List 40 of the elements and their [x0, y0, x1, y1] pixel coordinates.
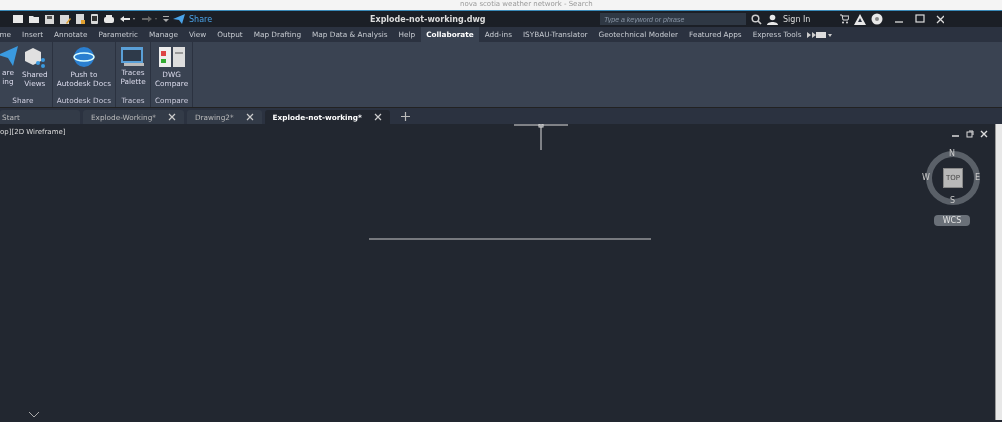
dropdown-icon[interactable]	[163, 15, 169, 23]
save-as-icon[interactable]	[59, 13, 71, 25]
document-icon[interactable]	[75, 13, 86, 25]
compare-documents-icon	[157, 46, 186, 68]
search-icon[interactable]	[751, 13, 762, 25]
save-icon[interactable]	[44, 13, 55, 25]
close-icon[interactable]	[167, 113, 176, 121]
sign-in-button[interactable]: Sign In	[783, 14, 811, 24]
close-icon[interactable]	[936, 14, 945, 24]
print-icon[interactable]	[103, 13, 115, 25]
cube-share-icon	[22, 46, 47, 68]
close-icon[interactable]	[245, 113, 254, 121]
user-icon	[767, 13, 778, 25]
triangle-icon[interactable]	[854, 13, 867, 25]
send-icon	[173, 14, 185, 24]
share-button[interactable]: Share	[189, 14, 213, 24]
compass-east[interactable]: E	[975, 174, 981, 182]
close-icon[interactable]	[373, 113, 382, 121]
more-tabs-icon[interactable]	[807, 31, 816, 38]
close-icon[interactable]	[980, 130, 988, 138]
undo-icon[interactable]	[119, 14, 137, 24]
cart-icon[interactable]	[839, 14, 850, 24]
restore-icon[interactable]	[966, 130, 974, 138]
help-icon[interactable]	[871, 13, 884, 25]
compass-west[interactable]: W	[922, 174, 930, 182]
compass-north[interactable]: N	[949, 150, 955, 158]
window-title: Explode-not-working.dwg	[369, 14, 487, 24]
new-file-icon[interactable]	[12, 14, 24, 24]
maximize-icon[interactable]	[915, 14, 926, 24]
globe-icon	[71, 46, 96, 68]
crosshair-cursor-icon	[514, 124, 568, 150]
ucs-axis-icon	[28, 412, 40, 418]
phone-icon[interactable]	[90, 13, 99, 25]
compass-south[interactable]: S	[950, 197, 956, 205]
folder-icon[interactable]	[28, 14, 40, 24]
ucs-menu-button[interactable]: WCS	[934, 215, 970, 226]
panel-toggle-icon[interactable]	[816, 31, 832, 38]
palette-window-icon	[120, 46, 146, 66]
send-icon	[0, 46, 18, 66]
new-tab-icon[interactable]	[400, 112, 410, 121]
